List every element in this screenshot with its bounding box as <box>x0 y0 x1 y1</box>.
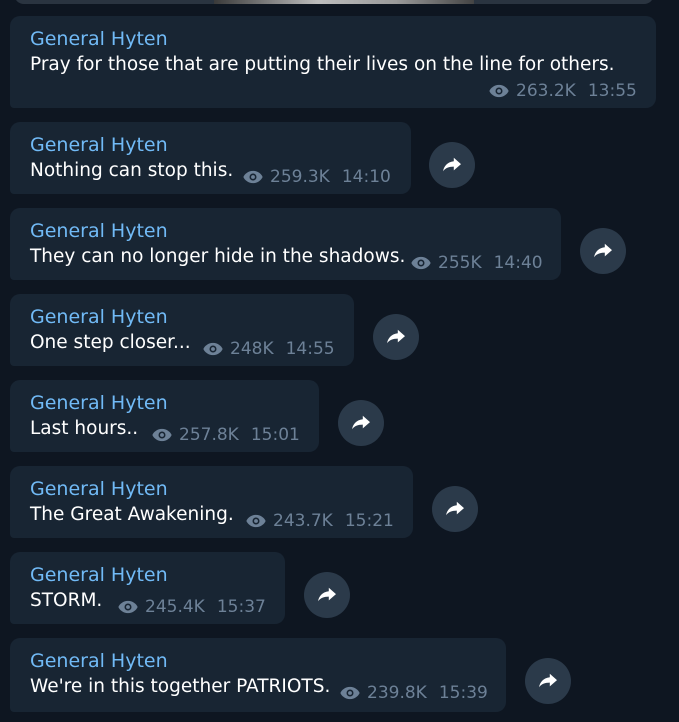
share-button[interactable] <box>432 486 478 532</box>
message-meta: 263.2K 13:55 <box>488 81 637 101</box>
share-arrow-icon <box>387 329 405 344</box>
message-time: 14:10 <box>341 167 391 187</box>
view-count: 243.7K <box>273 511 333 531</box>
message-sender[interactable]: General Hyten <box>30 563 168 587</box>
message-item[interactable]: General Hyten They can no longer hide in… <box>10 208 626 280</box>
message-sender[interactable]: General Hyten <box>30 305 168 329</box>
view-count: 263.2K <box>516 81 576 101</box>
previous-media-message[interactable] <box>14 0 654 4</box>
share-arrow-icon <box>443 157 461 172</box>
message-item[interactable]: General Hyten Last hours.. 257.8K 15:01 <box>10 380 384 452</box>
eye-icon <box>411 256 431 270</box>
eye-icon <box>489 84 509 98</box>
eye-icon <box>246 514 266 528</box>
message-item[interactable]: General Hyten Pray for those that are pu… <box>10 16 656 108</box>
message-item[interactable]: General Hyten STORM. 245.4K 15:37 <box>10 552 350 624</box>
share-button[interactable] <box>580 228 626 274</box>
message-sender[interactable]: General Hyten <box>30 649 168 673</box>
message-meta: 239.8K 15:39 <box>339 683 488 703</box>
message-text: Nothing can stop this. <box>30 160 234 181</box>
message-meta: 245.4K 15:37 <box>117 597 266 617</box>
share-button[interactable] <box>429 142 475 188</box>
message-meta: 243.7K 15:21 <box>245 511 394 531</box>
view-count: 248K <box>230 339 274 359</box>
share-arrow-icon <box>446 501 464 516</box>
share-button[interactable] <box>373 314 419 360</box>
message-text: Last hours.. <box>30 418 139 439</box>
message-sender[interactable]: General Hyten <box>30 391 168 415</box>
view-count: 245.4K <box>145 597 205 617</box>
message-meta: 259.3K 14:10 <box>242 167 391 187</box>
share-arrow-icon <box>352 415 370 430</box>
message-time: 14:55 <box>285 339 335 359</box>
eye-icon <box>340 686 360 700</box>
share-arrow-icon <box>539 673 557 688</box>
message-item[interactable]: General Hyten The Great Awakening. 243.7… <box>10 466 478 538</box>
share-arrow-icon <box>318 587 336 602</box>
share-button[interactable] <box>525 658 571 704</box>
message-sender[interactable]: General Hyten <box>30 27 168 51</box>
share-button[interactable] <box>304 572 350 618</box>
message-meta: 255K 14:40 <box>410 253 543 273</box>
message-sender[interactable]: General Hyten <box>30 219 168 243</box>
media-thumbnail[interactable] <box>214 0 474 4</box>
eye-icon <box>203 342 223 356</box>
message-meta: 257.8K 15:01 <box>151 425 300 445</box>
view-count: 239.8K <box>367 683 427 703</box>
message-text: They can no longer hide in the shadows. <box>30 246 406 267</box>
share-button[interactable] <box>338 400 384 446</box>
message-item[interactable]: General Hyten One step closer... 248K 14… <box>10 294 419 366</box>
message-item[interactable]: General Hyten Nothing can stop this. 259… <box>10 122 475 194</box>
eye-icon <box>243 170 263 184</box>
message-meta: 248K 14:55 <box>202 339 335 359</box>
message-text: STORM. <box>30 590 103 611</box>
view-count: 259.3K <box>270 167 330 187</box>
message-time: 15:39 <box>438 683 488 703</box>
view-count: 257.8K <box>179 425 239 445</box>
message-item[interactable]: General Hyten We're in this together PAT… <box>10 638 571 712</box>
share-arrow-icon <box>594 243 612 258</box>
message-time: 15:01 <box>250 425 300 445</box>
message-time: 15:21 <box>344 511 394 531</box>
eye-icon <box>118 600 138 614</box>
message-time: 15:37 <box>216 597 266 617</box>
message-text: Pray for those that are putting their li… <box>30 54 615 75</box>
message-text: One step closer... <box>30 332 191 353</box>
message-text: The Great Awakening. <box>30 504 234 525</box>
eye-icon <box>152 428 172 442</box>
message-text: We're in this together PATRIOTS. <box>30 676 331 697</box>
message-time: 13:55 <box>587 81 637 101</box>
view-count: 255K <box>438 253 482 273</box>
message-sender[interactable]: General Hyten <box>30 477 168 501</box>
message-time: 14:40 <box>493 253 543 273</box>
message-sender[interactable]: General Hyten <box>30 133 168 157</box>
